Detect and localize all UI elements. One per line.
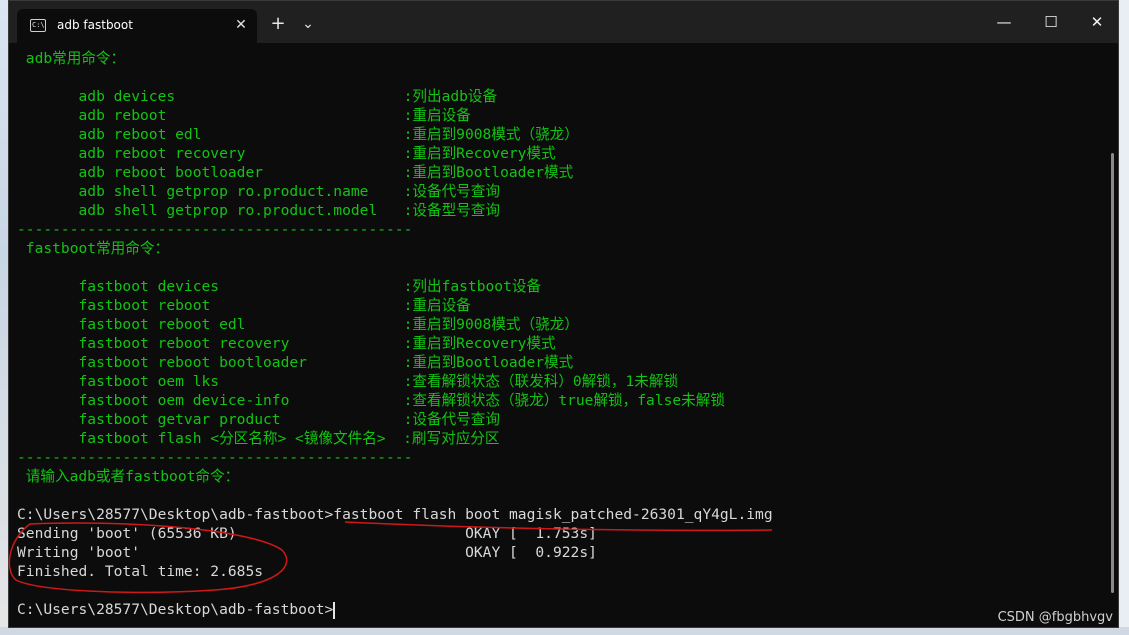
desktop-background-right	[1119, 0, 1129, 635]
output-line: Sending 'boot' (65536 KB) OKAY [ 1.753s]	[17, 525, 597, 542]
watermark: CSDN @fbgbhvgv	[997, 610, 1113, 625]
console-icon: C:\	[30, 19, 46, 32]
separator-line: ----------------------------------------…	[17, 221, 413, 238]
prompt-message: 请输入adb或者fastboot命令：	[17, 468, 240, 485]
help-line	[17, 68, 1109, 87]
tab-adb-fastboot[interactable]: C:\ adb fastboot ✕	[17, 9, 257, 43]
output-line: Writing 'boot' OKAY [ 0.922s]	[17, 544, 597, 561]
separator-line: ----------------------------------------…	[17, 449, 413, 466]
help-line: fastboot devices :列出fastboot设备	[17, 278, 542, 295]
help-line: adb shell getprop ro.product.name :设备代号查…	[17, 183, 500, 200]
output-line: Finished. Total time: 2.685s	[17, 563, 264, 580]
help-line: fastboot reboot :重启设备	[17, 297, 471, 314]
help-line: fastboot oem device-info :查看解锁状态（骁龙）true…	[17, 392, 725, 409]
text-cursor	[333, 601, 336, 619]
help-line: fastboot reboot recovery :重启到Recovery模式	[17, 335, 556, 352]
help-line: adb devices :列出adb设备	[17, 88, 498, 105]
tab-dropdown-button[interactable]: ⌄	[297, 13, 319, 35]
terminal-output[interactable]: adb常用命令： adb devices :列出adb设备 adb reboot…	[9, 43, 1109, 627]
help-line: adb shell getprop ro.product.model :设备型号…	[17, 202, 500, 219]
help-line: fastboot flash <分区名称> <镜像文件名> :刷写对应分区	[17, 430, 500, 447]
terminal-window: C:\ adb fastboot ✕ + ⌄ — ☐ ✕ adb常用命令： ad…	[8, 0, 1119, 628]
help-line: adb reboot bootloader :重启到Bootloader模式	[17, 164, 574, 181]
prompt-line[interactable]: C:\Users\28577\Desktop\adb-fastboot>	[17, 600, 1109, 619]
help-line: fastboot reboot bootloader :重启到Bootloade…	[17, 354, 574, 371]
taskbar-peek	[0, 627, 1129, 635]
help-line: adb reboot :重启设备	[17, 107, 471, 124]
maximize-button[interactable]: ☐	[1031, 9, 1071, 35]
help-line: adb reboot recovery :重启到Recovery模式	[17, 145, 556, 162]
help-line: adb常用命令：	[17, 50, 126, 67]
scrollbar[interactable]	[1111, 153, 1114, 593]
tab-close-button[interactable]: ✕	[231, 15, 251, 35]
tab-title: adb fastboot	[57, 18, 133, 32]
command-line: C:\Users\28577\Desktop\adb-fastboot>fast…	[17, 506, 773, 523]
help-line	[17, 258, 1109, 277]
help-line: fastboot reboot edl :重启到9008模式（骁龙）	[17, 316, 579, 333]
desktop-background-left	[0, 0, 8, 635]
help-line: fastboot oem lks :查看解锁状态（联发科）0解锁，1未解锁	[17, 373, 679, 390]
help-line: fastboot常用命令：	[17, 240, 170, 257]
close-button[interactable]: ✕	[1077, 9, 1117, 35]
help-line: fastboot getvar product :设备代号查询	[17, 411, 500, 428]
prompt-text: C:\Users\28577\Desktop\adb-fastboot>	[17, 601, 334, 618]
help-line	[17, 486, 1109, 505]
help-line: adb reboot edl :重启到9008模式（骁龙）	[17, 126, 579, 143]
new-tab-button[interactable]: +	[267, 13, 289, 35]
minimize-button[interactable]: —	[984, 9, 1024, 35]
title-bar[interactable]: C:\ adb fastboot ✕ + ⌄ — ☐ ✕	[9, 1, 1118, 43]
